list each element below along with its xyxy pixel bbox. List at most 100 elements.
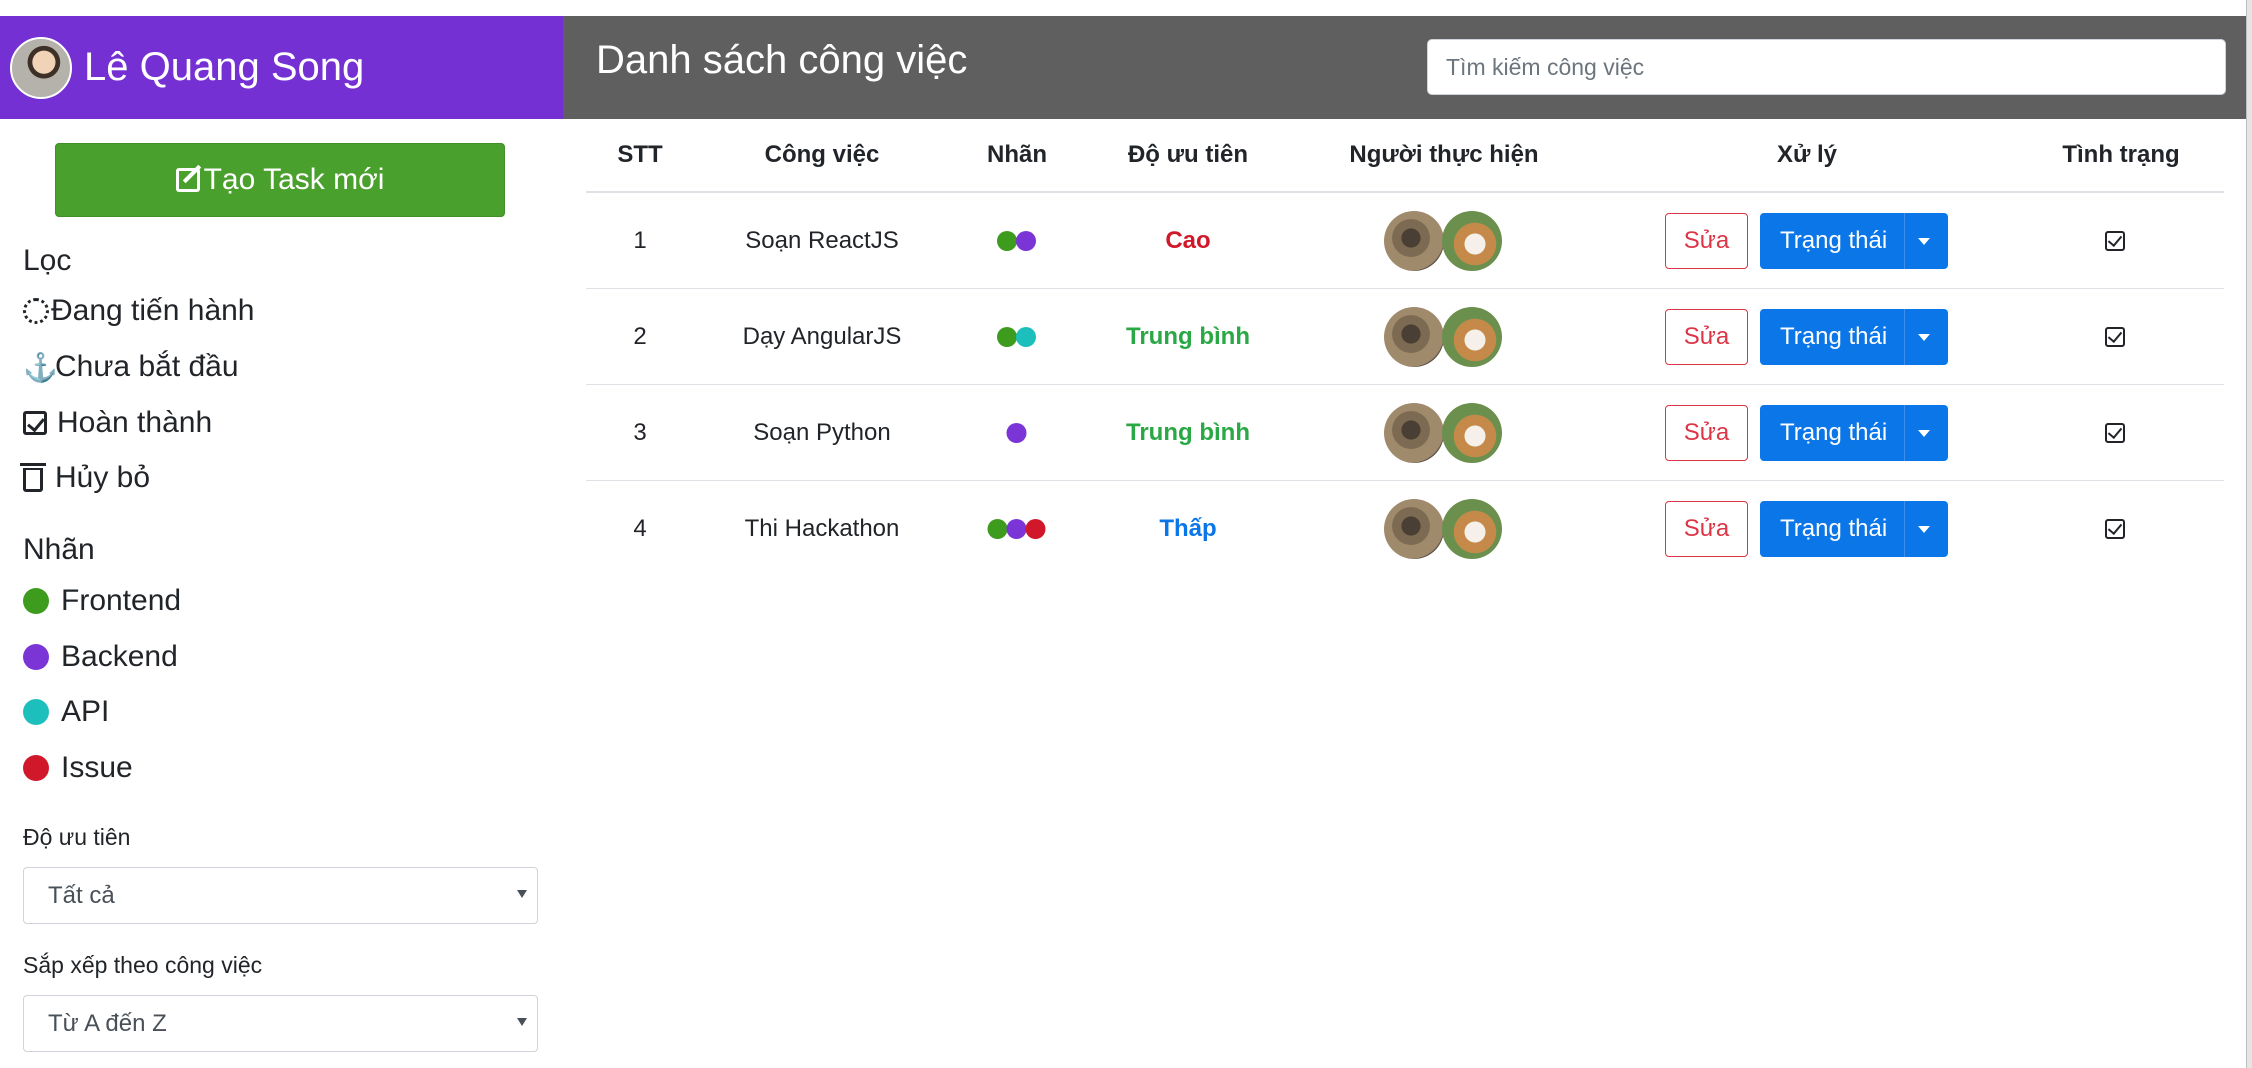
filter-item-in-progress[interactable]: Đang tiến hành <box>23 291 255 331</box>
label-text: Frontend <box>61 584 182 617</box>
assignee-avatar[interactable] <box>1384 402 1444 463</box>
header-priority: Độ ưu tiên <box>1127 141 1249 168</box>
header-actions: Xử lý <box>1776 141 1838 168</box>
filter-item-cancelled[interactable]: Hủy bỏ <box>20 458 150 498</box>
cell-stt: 4 <box>633 515 647 542</box>
task-table: STT Công việc Nhãn Độ ưu tiên Người thực… <box>586 119 2224 577</box>
assignee-avatar[interactable] <box>1384 210 1444 271</box>
edit-button[interactable]: Sửa <box>1665 501 1748 557</box>
status-button-label: Trạng thái <box>1780 418 1888 446</box>
cell-stt: 1 <box>633 226 647 254</box>
cell-labels <box>987 519 1046 539</box>
assignee-avatar[interactable] <box>1384 499 1444 559</box>
status-dropdown-button[interactable]: Trạng thái <box>1760 308 1948 365</box>
trash-icon <box>20 463 46 492</box>
label-item-frontend[interactable]: Frontend <box>23 581 181 621</box>
cell-task: Soạn Python <box>753 418 891 446</box>
dropdown-separator <box>1904 308 1905 365</box>
label-dot <box>1016 230 1036 251</box>
assignee-avatar[interactable] <box>1442 306 1502 367</box>
cell-status <box>2105 519 2125 539</box>
status-button-label: Trạng thái <box>1780 226 1888 254</box>
table-row: 3 Soạn Python Trung bình Sửa Trạng thái <box>586 385 2224 481</box>
label-dot <box>1016 326 1036 347</box>
cell-labels <box>997 326 1036 347</box>
label-text: API <box>61 695 110 728</box>
edit-button[interactable]: Sửa <box>1665 404 1748 461</box>
status-button-label: Trạng thái <box>1780 515 1888 542</box>
status-dropdown-button[interactable]: Trạng thái <box>1760 212 1948 269</box>
priority-filter-title: Độ ưu tiên <box>23 824 131 850</box>
dropdown-separator <box>1904 501 1905 557</box>
status-dropdown-button[interactable]: Trạng thái <box>1760 501 1948 557</box>
assignee-avatar[interactable] <box>1442 499 1502 559</box>
header-status: Tình trạng <box>2062 141 2180 168</box>
new-task-button[interactable]: Tạo Task mới <box>55 143 505 217</box>
chevron-down-icon <box>517 890 527 898</box>
sort-title: Sắp xếp theo công việc <box>23 952 263 978</box>
anchor-icon: ⚓ <box>23 351 58 383</box>
table-row: 4 Thi Hackathon Thấp Sửa Trạng thái <box>586 481 2224 577</box>
header-task: Công việc <box>764 141 880 168</box>
page-title: Danh sách công việc <box>596 38 968 82</box>
label-dot <box>997 230 1017 251</box>
cell-labels <box>1006 422 1027 443</box>
table-header: STT Công việc Nhãn Độ ưu tiên Người thực… <box>586 119 2224 193</box>
cell-assignees <box>1384 402 1502 463</box>
label-dot <box>987 519 1008 539</box>
search-input[interactable] <box>1427 39 2226 95</box>
filter-label: Hoàn thành <box>57 406 213 439</box>
header-assignees: Người thực hiện <box>1349 141 1539 168</box>
label-item-issue[interactable]: Issue <box>23 748 133 788</box>
label-dot <box>1006 422 1027 443</box>
spinner-icon <box>23 298 49 324</box>
table-row: 1 Soạn ReactJS Cao Sửa Trạng thái <box>586 193 2224 289</box>
check-square-icon[interactable] <box>2105 326 2125 347</box>
sidebar: Tạo Task mới Lọc Đang tiến hành ⚓ Chưa b… <box>0 119 563 1068</box>
cell-task: Dạy AngularJS <box>742 322 902 350</box>
label-text: Issue <box>61 751 133 784</box>
label-dot <box>997 326 1017 347</box>
vertical-scrollbar[interactable] <box>2246 0 2252 1068</box>
check-square-icon <box>23 411 47 435</box>
chevron-down-icon <box>517 1018 527 1026</box>
filter-label: Đang tiến hành <box>51 294 255 327</box>
label-item-backend[interactable]: Backend <box>23 637 178 677</box>
check-square-icon[interactable] <box>2105 422 2125 443</box>
caret-down-icon <box>1918 333 1930 341</box>
filter-item-not-started[interactable]: ⚓ Chưa bắt đầu <box>23 347 239 387</box>
header-labels: Nhãn <box>987 141 1047 168</box>
label-color-dot <box>23 644 49 670</box>
label-dot <box>1025 519 1046 539</box>
cell-assignees <box>1384 499 1502 559</box>
cell-status <box>2105 422 2125 443</box>
status-dropdown-button[interactable]: Trạng thái <box>1760 404 1948 461</box>
cell-priority: Cao <box>1165 226 1211 254</box>
assignee-avatar[interactable] <box>1384 306 1444 367</box>
assignee-avatar[interactable] <box>1442 210 1502 271</box>
caret-down-icon <box>1918 526 1930 533</box>
cell-status <box>2105 230 2125 251</box>
label-item-api[interactable]: API <box>23 692 109 732</box>
label-text: Backend <box>61 640 178 673</box>
sort-select[interactable]: Từ A đến Z <box>23 995 538 1052</box>
new-task-label: Tạo Task mới <box>203 163 385 196</box>
assignee-avatar[interactable] <box>1442 402 1502 463</box>
user-name: Lê Quang Song <box>84 45 365 89</box>
edit-icon <box>175 168 200 192</box>
check-square-icon[interactable] <box>2105 230 2125 251</box>
edit-button[interactable]: Sửa <box>1665 212 1748 269</box>
filter-item-completed[interactable]: Hoàn thành <box>23 403 212 443</box>
top-bar: Danh sách công việc <box>563 16 2246 119</box>
filter-title: Lọc <box>23 244 72 277</box>
cell-labels <box>997 230 1036 251</box>
cell-task: Soạn ReactJS <box>745 226 899 254</box>
sort-select-value: Từ A đến Z <box>48 1009 167 1037</box>
cell-assignees <box>1384 210 1502 271</box>
edit-button[interactable]: Sửa <box>1665 308 1748 365</box>
cell-priority: Thấp <box>1159 515 1217 542</box>
priority-select[interactable]: Tất cả <box>23 867 538 924</box>
table-row: 2 Dạy AngularJS Trung bình Sửa Trạng thái <box>586 289 2224 385</box>
check-square-icon[interactable] <box>2105 519 2125 539</box>
cell-assignees <box>1384 306 1502 367</box>
